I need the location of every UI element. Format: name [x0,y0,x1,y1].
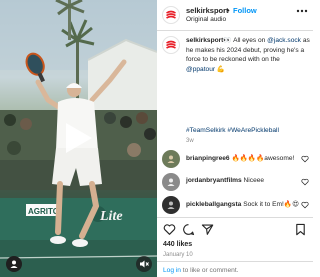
header-separator: • [227,6,230,15]
mention-ppatour[interactable]: @ppatour [186,66,215,73]
mute-toggle-button[interactable] [136,256,152,272]
bookmark-icon[interactable] [294,223,307,236]
caption-part-1: All eyes on [231,37,268,44]
mention-jack-sock[interactable]: @jack.sock [267,37,301,44]
comment-text: pickleballgangsta Sock it to Em!🔥😍 [186,200,299,208]
comment-username[interactable]: pickleballgangsta [186,201,241,208]
post-details-panel: selkirksport • Follow Original audio sel… [157,0,313,277]
comment-body: Sock it to Em!🔥😍 [243,201,299,208]
instagram-post-embed: AGRITO Lite selkirksport • Follow Origin… [0,0,313,277]
comment-username[interactable]: jordanbryantfilms [186,177,242,184]
login-prompt-text: to like or comment. [180,267,239,274]
eyes-emoji: 👀 [223,37,232,44]
selkirk-logo-icon [166,40,176,49]
caption-avatar[interactable] [162,36,180,54]
action-bar [157,223,313,239]
header-username[interactable]: selkirksport [186,6,229,15]
user-icon [167,178,175,186]
heart-icon[interactable] [163,223,176,236]
play-icon [66,123,92,153]
play-button[interactable] [62,121,94,155]
more-options-icon[interactable] [296,7,308,15]
footer-divider [157,261,313,262]
share-icon[interactable] [201,223,214,236]
comment-heart-icon[interactable] [301,201,309,209]
video-player[interactable]: AGRITO Lite [0,0,157,277]
comment-item: brianpingree6 🔥🔥🔥🔥awesome! [157,150,313,170]
caption-username[interactable]: selkirksport [186,37,223,44]
comment-heart-icon[interactable] [301,155,309,163]
header-divider [157,30,313,31]
comment-item: pickleballgangsta Sock it to Em!🔥😍 [157,196,313,216]
muscle-emoji: 💪 [215,65,226,73]
user-icon [167,155,175,163]
comment-body: 🔥🔥🔥🔥awesome! [231,155,295,162]
commenter-avatar[interactable] [162,150,180,168]
commenter-avatar[interactable] [162,173,180,191]
commenter-avatar[interactable] [162,196,180,214]
follow-button[interactable]: Follow [233,6,257,15]
comment-item: jordanbryantfilms Niceee [157,173,313,193]
login-prompt: Log in to like or comment. [163,267,239,274]
comment-text: jordanbryantfilms Niceee [186,177,264,184]
comment-username[interactable]: brianpingree6 [186,155,230,162]
comment-text: brianpingree6 🔥🔥🔥🔥awesome! [186,154,294,162]
selkirk-logo-icon [166,10,176,19]
caption-text: selkirksport👀 All eyes on @jack.sock as … [186,36,310,74]
comment-icon[interactable] [182,223,195,236]
comment-heart-icon[interactable] [301,178,309,186]
actions-divider [157,217,313,218]
speaker-muted-icon [140,260,149,268]
user-icon [167,201,175,209]
post-header: selkirksport • Follow Original audio [157,0,313,30]
caption-timestamp[interactable]: 3w [186,138,194,144]
banner-lite: Lite [99,209,123,224]
video-owner-avatar[interactable] [6,256,22,272]
banner-agrito: AGRITO [28,207,59,216]
likes-count[interactable]: 440 likes [163,241,192,248]
post-date[interactable]: January 10 [163,252,193,258]
audio-label[interactable]: Original audio [186,16,226,23]
caption-hashtags[interactable]: #TeamSelkirk #WeArePickleball [186,127,279,134]
comment-body: Niceee [243,177,265,184]
selkirk-avatar[interactable] [162,6,180,24]
user-icon [10,260,18,268]
login-link[interactable]: Log in [163,267,181,274]
